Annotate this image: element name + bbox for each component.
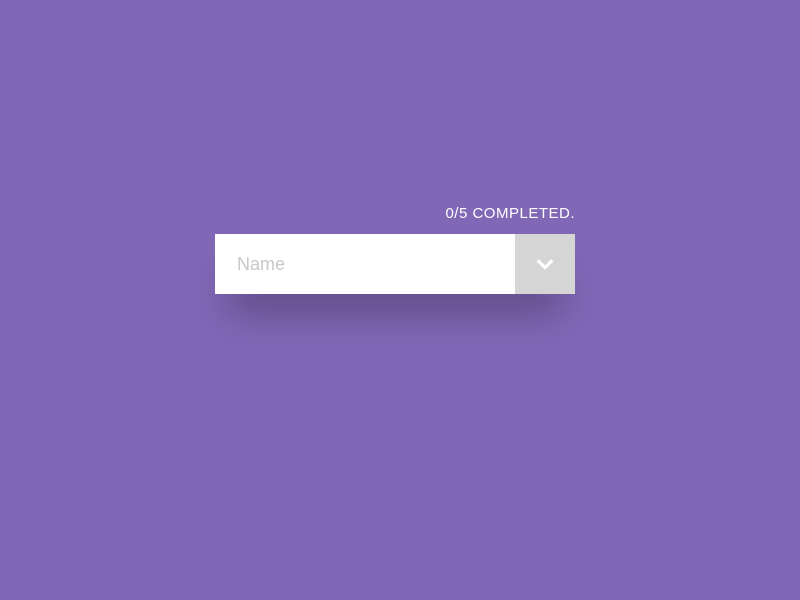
field-row: Name <box>215 234 575 294</box>
chevron-down-icon <box>534 253 556 275</box>
name-field-label[interactable]: Name <box>215 234 515 294</box>
progress-label: 0/5 COMPLETED. <box>215 205 575 222</box>
form-container: 0/5 COMPLETED. Name <box>215 205 575 294</box>
expand-button[interactable] <box>515 234 575 294</box>
